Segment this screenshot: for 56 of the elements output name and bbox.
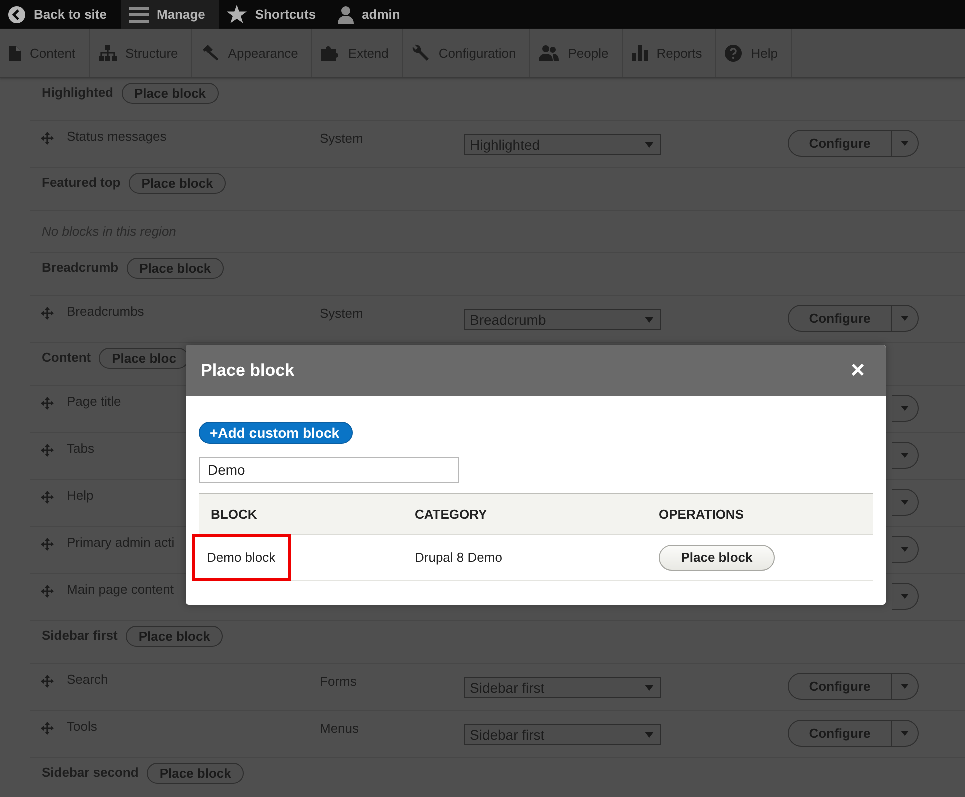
toolbar-tab[interactable]: Back to site bbox=[0, 0, 121, 29]
column-header: CATEGORY bbox=[415, 506, 488, 522]
dropdown-toggle[interactable] bbox=[892, 720, 919, 747]
drag-handle-icon[interactable] bbox=[41, 444, 54, 457]
column-header: OPERATIONS bbox=[659, 506, 744, 522]
drag-handle-icon[interactable] bbox=[41, 307, 54, 320]
filter-field[interactable]: Demo bbox=[199, 457, 459, 483]
dropdown-toggle[interactable] bbox=[892, 395, 919, 422]
close-button[interactable]: × bbox=[850, 358, 865, 382]
place-block-button[interactable]: Place block bbox=[659, 544, 775, 570]
column-header: BLOCK bbox=[211, 506, 258, 522]
puzzle-icon bbox=[321, 45, 340, 61]
document-icon bbox=[9, 46, 21, 60]
caret-icon bbox=[901, 684, 909, 689]
caret-icon bbox=[901, 141, 909, 146]
wrench-icon bbox=[412, 44, 430, 62]
user-icon bbox=[338, 6, 354, 24]
drag-handle-icon[interactable] bbox=[41, 585, 54, 598]
caret-icon bbox=[901, 316, 909, 321]
help-icon bbox=[725, 44, 742, 62]
drag-handle-icon[interactable] bbox=[41, 491, 54, 504]
dropdown-arrow-icon bbox=[645, 684, 654, 690]
add-custom-block-button[interactable]: +Add custom block bbox=[199, 422, 353, 444]
caret-icon bbox=[901, 406, 909, 411]
menu-icon bbox=[128, 6, 149, 22]
drag-handle-icon[interactable] bbox=[41, 132, 54, 145]
sitemap-icon bbox=[98, 45, 117, 61]
people-icon bbox=[539, 45, 560, 61]
caret-icon bbox=[901, 453, 909, 458]
toolbar-tab[interactable]: Manage bbox=[120, 0, 220, 29]
hammer-icon bbox=[201, 45, 220, 61]
drag-handle-icon[interactable] bbox=[41, 722, 54, 735]
dropdown-toggle[interactable] bbox=[892, 305, 919, 332]
bar-chart-icon bbox=[632, 45, 648, 61]
drag-handle-icon[interactable] bbox=[41, 397, 54, 410]
toolbar-tab[interactable]: Shortcuts bbox=[219, 0, 330, 29]
dropdown-toggle[interactable] bbox=[892, 536, 919, 563]
dropdown-arrow-icon bbox=[645, 142, 654, 148]
dropdown-toggle[interactable] bbox=[892, 673, 919, 700]
dropdown-toggle[interactable] bbox=[892, 583, 919, 610]
caret-icon bbox=[901, 594, 909, 599]
drag-handle-icon[interactable] bbox=[41, 538, 54, 551]
dialog-title: Place block bbox=[201, 360, 295, 380]
dropdown-arrow-icon bbox=[645, 316, 654, 322]
dropdown-toggle[interactable] bbox=[892, 442, 919, 469]
drag-handle-icon[interactable] bbox=[41, 675, 54, 688]
toolbar-tab[interactable]: admin bbox=[330, 0, 414, 29]
star-icon bbox=[227, 5, 248, 24]
dropdown-arrow-icon bbox=[645, 732, 654, 738]
caret-icon bbox=[901, 731, 909, 736]
dropdown-toggle[interactable] bbox=[892, 130, 919, 157]
highlighted-block-name: Demo block bbox=[195, 537, 288, 578]
dropdown-toggle[interactable] bbox=[892, 489, 919, 516]
caret-icon bbox=[901, 547, 909, 552]
caret-icon bbox=[901, 500, 909, 505]
category-text: Drupal 8 Demo bbox=[415, 550, 502, 565]
